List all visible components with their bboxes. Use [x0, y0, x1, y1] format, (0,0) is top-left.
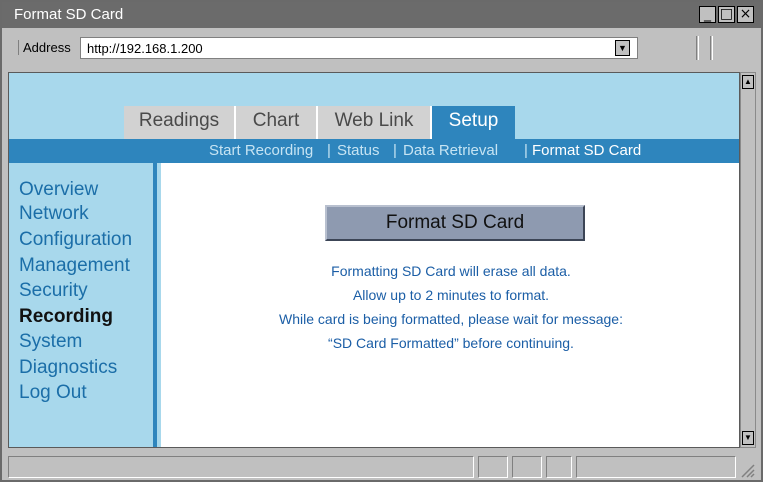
minimize-button[interactable]: _ [699, 6, 716, 23]
window-title: Format SD Card [14, 6, 124, 23]
address-bar: Address http://192.168.1.200 ▼ [6, 32, 757, 64]
main-content: Format SD Card Formatting SD Card will e… [161, 163, 739, 447]
sidebar-item-management[interactable]: Management [19, 255, 130, 277]
status-cell [576, 456, 736, 478]
status-bar [6, 454, 757, 480]
sidebar-item-security[interactable]: Security [19, 280, 88, 302]
sub-navigation: Start Recording | Status | Data Retrieva… [9, 139, 739, 163]
toolbar-separator [710, 36, 713, 60]
sidebar-item-system[interactable]: System [19, 331, 82, 353]
warning-message: Allow up to 2 minutes to format. [352, 287, 550, 303]
format-sd-card-button[interactable]: Format SD Card [325, 205, 585, 241]
status-cell [478, 456, 508, 478]
sidebar-item-network[interactable]: Network [19, 203, 89, 225]
resize-grip-icon[interactable] [739, 462, 755, 478]
tab-bar: Readings Chart Web Link Setup [9, 106, 739, 139]
subnav-separator: | [524, 142, 528, 159]
address-label: Address [18, 40, 71, 55]
address-input[interactable]: http://192.168.1.200 [80, 37, 638, 59]
close-button[interactable]: × [737, 6, 754, 23]
subnav-separator: | [327, 142, 331, 159]
tab-web-link[interactable]: Web Link [318, 106, 432, 139]
sidebar-item-configuration[interactable]: Configuration [19, 229, 132, 251]
tab-readings[interactable]: Readings [124, 106, 236, 139]
tab-chart[interactable]: Chart [236, 106, 318, 139]
tab-setup[interactable]: Setup [432, 106, 515, 139]
browser-window: Format SD Card _ □ × Address http://192.… [0, 0, 763, 482]
page-viewport: Readings Chart Web Link Setup Start Reco… [8, 72, 740, 448]
chevron-down-icon[interactable]: ▼ [615, 40, 630, 56]
title-bar: Format SD Card _ □ × [2, 2, 761, 28]
status-cell [546, 456, 572, 478]
warning-message: Formatting SD Card will erase all data. [331, 263, 571, 279]
status-cell [512, 456, 542, 478]
subnav-data-retrieval[interactable]: Data Retrieval [403, 142, 498, 159]
scroll-up-icon[interactable]: ▲ [742, 75, 754, 89]
maximize-button[interactable]: □ [718, 6, 735, 23]
warning-message: “SD Card Formatted” before continuing. [328, 335, 574, 351]
web-page: Readings Chart Web Link Setup Start Reco… [9, 73, 739, 447]
vertical-scrollbar[interactable]: ▲ ▼ [740, 72, 756, 448]
subnav-start-recording[interactable]: Start Recording [209, 142, 313, 159]
sidebar-item-diagnostics[interactable]: Diagnostics [19, 357, 117, 379]
sidebar-item-recording[interactable]: Recording [19, 306, 113, 328]
status-text-cell [8, 456, 474, 478]
sidebar-item-log-out[interactable]: Log Out [19, 382, 87, 404]
warning-message: While card is being formatted, please wa… [279, 311, 623, 327]
sidebar: Overview Network Configuration Managemen… [9, 163, 157, 447]
scroll-down-icon[interactable]: ▼ [742, 431, 754, 445]
subnav-format-sd-card[interactable]: Format SD Card [532, 142, 641, 159]
sidebar-item-overview[interactable]: Overview [19, 179, 98, 201]
toolbar-separator [696, 36, 699, 60]
subnav-status[interactable]: Status [337, 142, 380, 159]
subnav-separator: | [393, 142, 397, 159]
